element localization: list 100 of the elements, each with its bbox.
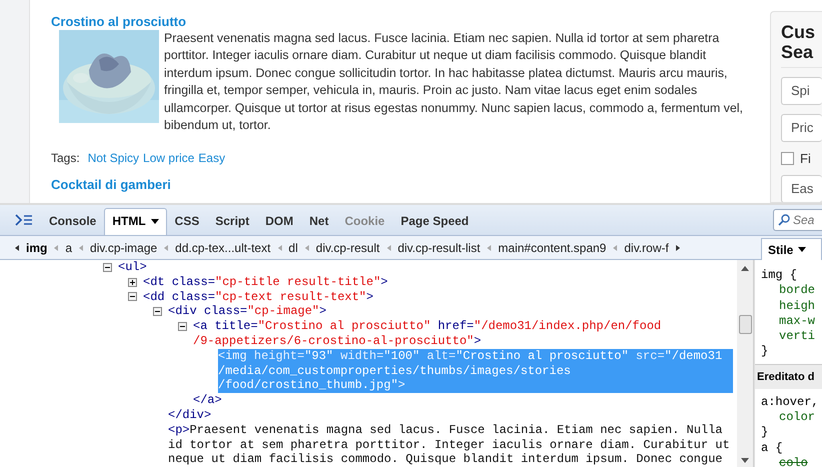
- value-text: "93": [304, 348, 334, 363]
- search-icon: [778, 214, 790, 226]
- separator-icon: [613, 244, 618, 250]
- css-property: verti: [779, 329, 816, 344]
- css-brace: }: [761, 344, 768, 358]
- tag-text: >: [319, 304, 326, 318]
- section-header: Ereditato d: [757, 370, 814, 383]
- breadcrumb[interactable]: dd.cp-tex...ult-text: [175, 240, 271, 254]
- attribute-text: alt=: [426, 348, 456, 363]
- separator-icon: [304, 244, 309, 250]
- breadcrumb[interactable]: img: [26, 240, 48, 254]
- scroll-down-icon[interactable]: [741, 458, 749, 463]
- breadcrumb[interactable]: dl: [288, 240, 298, 254]
- panel-tab[interactable]: Script: [207, 208, 258, 235]
- css-property: colo: [779, 456, 808, 467]
- tag-text: <a: [193, 319, 208, 334]
- search-field[interactable]: Sea: [773, 209, 822, 231]
- scroll-left-icon[interactable]: [15, 244, 19, 250]
- panel-tab[interactable]: Page Speed: [392, 208, 477, 235]
- breadcrumb[interactable]: div.cp-image: [90, 240, 158, 254]
- side-panel-tab[interactable]: Stile: [761, 238, 822, 260]
- value-text: "100": [384, 348, 420, 363]
- attribute-text: height=: [254, 348, 304, 363]
- tag-text: >: [366, 290, 374, 304]
- value-text: "cp-title result-title": [215, 274, 381, 289]
- console-toggle-icon[interactable]: [15, 214, 33, 226]
- css-selector: a {: [761, 440, 783, 455]
- input-field[interactable]: Pric: [781, 114, 822, 142]
- scroll-right-icon[interactable]: [676, 244, 680, 250]
- tree-toggle-icon[interactable]: [153, 307, 162, 316]
- checkbox-label: Fi: [800, 151, 811, 166]
- separator-icon: [54, 244, 58, 250]
- css-property: max-w: [779, 314, 816, 328]
- panel-title: Sea: [781, 42, 814, 62]
- panel-tab[interactable]: Net: [301, 208, 337, 235]
- text-content: Praesent venenatis magna sed lacus. Fusce lacinia. Etiam nec sapien. Nulla: [190, 422, 722, 437]
- css-property: color: [779, 410, 816, 424]
- attribute-text: class=: [204, 304, 248, 318]
- css-selector: a:hover,: [761, 394, 819, 409]
- separator-icon: [386, 244, 391, 250]
- attribute-text: src=: [634, 348, 665, 363]
- separator-icon: [164, 244, 168, 250]
- separator-icon: [278, 244, 282, 250]
- value-text: "/demo31: [664, 348, 722, 363]
- tag-text: </div>: [168, 408, 212, 422]
- panel-tab[interactable]: Console: [41, 208, 104, 235]
- scrollbar-thumb[interactable]: [738, 315, 752, 334]
- input-field[interactable]: Eas: [781, 175, 822, 202]
- search-input[interactable]: Sea: [793, 213, 819, 227]
- text-content: id tortor at sem pharetra porttitor. Integer iaculis ornare diam. Curabitur ut: [168, 438, 730, 452]
- attribute-text: class=: [172, 290, 216, 304]
- tag-text: >: [474, 334, 482, 348]
- checkbox[interactable]: [781, 152, 794, 165]
- separator-icon: [487, 244, 492, 250]
- tag-text: <img: [218, 348, 248, 363]
- breadcrumb[interactable]: div.cp-result: [316, 240, 380, 254]
- article-title[interactable]: Crostino al prosciutto: [51, 14, 770, 30]
- value-text: /media/com_customproperties/thumbs/images/stories: [218, 364, 571, 378]
- value-text: "Crostino al prosciutto": [258, 319, 431, 334]
- value-text: /9-appetizers/6-crostino-al-prosciutto": [193, 334, 474, 348]
- separator-icon: [79, 244, 84, 250]
- tag-text: >: [398, 378, 406, 392]
- tag-link[interactable]: Not Spicy: [88, 151, 140, 166]
- breadcrumb[interactable]: main#content.span9: [498, 240, 606, 254]
- value-text: "/demo31/index.php/en/food: [474, 319, 662, 334]
- scroll-up-icon[interactable]: [741, 266, 749, 271]
- tag-text: <dd: [143, 290, 166, 304]
- attribute-text: class=: [172, 274, 216, 289]
- attribute-text: width=: [339, 348, 384, 363]
- panel-tab[interactable]: CSS: [166, 208, 208, 235]
- tags-label: Tags:: [51, 151, 80, 166]
- tag-text: </a>: [193, 393, 222, 408]
- tree-toggle-icon[interactable]: [178, 322, 187, 332]
- breadcrumb[interactable]: div.row-f: [624, 240, 669, 254]
- panel-tab[interactable]: HTML: [104, 208, 167, 235]
- text-content: neque ut diam facilisis commodo. Quisque blandit interdum ipsum. Donec congue: [168, 452, 722, 466]
- value-text: "cp-image": [247, 304, 320, 318]
- tag-text: <p>: [168, 422, 190, 437]
- scrollbar[interactable]: [737, 260, 753, 467]
- article-text: Praesent venenatis magna sed lacus. Fusce lacinia. Etiam nec sapien. Nulla id tortor at sem pharetra porttitor. Integer iaculis ornare diam. Curabitur ut neque ut diam facilisis commodo. Quisque blandit interdum ipsum. Donec congue sollicitudin tortor. In hac habitasse platea dictumst. Mauris arcu mauris, fringilla et, tempor semper, vehicula in, mauris. Proin ac justo. Nam vitae lacus eget enim sodales ullamcorper. Quisque ut tortor at risus egestas nonummy. Nunc sapien lacus, commodo a, fermentum vel, bibendum ut, tortor.: [164, 30, 744, 134]
- tag-link[interactable]: Easy: [198, 151, 226, 166]
- css-brace: }: [761, 425, 768, 440]
- breadcrumb[interactable]: div.cp-result-list: [398, 240, 480, 254]
- tag-text: <dt: [143, 274, 166, 289]
- tree-toggle-icon[interactable]: [128, 292, 137, 302]
- tag-text: >: [380, 274, 388, 289]
- css-property: heigh: [779, 298, 816, 313]
- css-property: borde: [779, 283, 816, 298]
- tag-text: <ul>: [118, 260, 147, 274]
- panel-title: Cus: [781, 22, 816, 42]
- breadcrumb[interactable]: a: [65, 240, 72, 254]
- tree-toggle-icon[interactable]: [128, 278, 137, 287]
- article-title[interactable]: Cocktail di gamberi: [51, 177, 770, 194]
- panel-tab[interactable]: DOM: [257, 208, 302, 235]
- tag-text: <div: [168, 304, 198, 318]
- value-text: /food/crostino_thumb.jpg": [218, 378, 398, 392]
- input-field[interactable]: Spi: [781, 77, 822, 105]
- caret-icon: [798, 247, 806, 252]
- tree-toggle-icon[interactable]: [103, 262, 112, 272]
- tag-link[interactable]: Low price: [143, 151, 194, 166]
